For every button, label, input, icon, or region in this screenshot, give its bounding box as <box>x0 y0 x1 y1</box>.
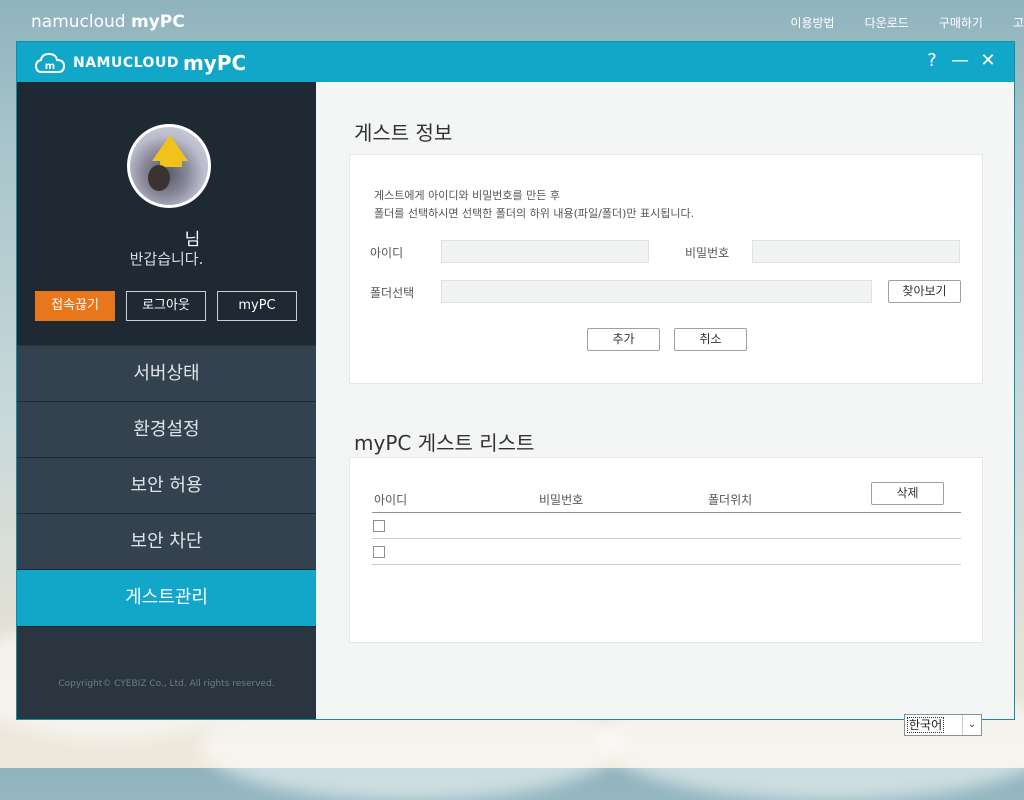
table-header-divider <box>372 512 961 513</box>
help-button[interactable]: ? <box>918 50 946 71</box>
cloud-logo-icon: m <box>35 52 65 73</box>
guest-password-input[interactable] <box>752 240 960 263</box>
sidebar-item-security-allow[interactable]: 보안 허용 <box>17 458 316 514</box>
disconnect-button[interactable]: 접속끊기 <box>35 291 115 321</box>
app-logo-text: NAMUCLOUD <box>73 55 179 71</box>
delete-guest-button[interactable]: 삭제 <box>871 482 944 505</box>
column-header-id: 아이디 <box>374 493 408 507</box>
site-logo-text: namucloud <box>31 12 131 32</box>
table-row-divider <box>372 564 961 565</box>
language-select[interactable]: 한국어 ⌄ <box>904 714 982 736</box>
browse-button[interactable]: 찾아보기 <box>888 280 961 303</box>
mypc-button[interactable]: myPC <box>217 291 297 321</box>
app-window: m NAMUCLOUD myPC ? — ✕ 님 반갑습니다. 접속끊기 로그아… <box>16 41 1015 736</box>
id-label: 아이디 <box>370 246 404 260</box>
guest-info-desc-1: 게스트에게 아이디와 비밀번호를 만든 후 <box>374 189 561 202</box>
site-header: namucloud myPC 이용방법 다운로드 구매하기 고 <box>0 0 1024 44</box>
add-guest-button[interactable]: 추가 <box>587 328 660 351</box>
profile-panel: 님 반갑습니다. 접속끊기 로그아웃 myPC <box>17 82 316 345</box>
table-row-divider <box>372 538 961 539</box>
site-logo-bold: myPC <box>130 12 185 32</box>
sidebar-menu: 서버상태 환경설정 보안 허용 보안 차단 게스트관리 <box>17 346 316 627</box>
user-name-suffix: 님 <box>184 230 201 250</box>
language-selected-value: 한국어 <box>907 717 945 733</box>
folder-label: 폴더선택 <box>370 286 415 300</box>
app-logo: m NAMUCLOUD myPC <box>35 51 246 75</box>
password-label: 비밀번호 <box>685 246 730 260</box>
main-content: 게스트 정보 게스트에게 아이디와 비밀번호를 만든 후 폴더를 선택하시면 선… <box>316 82 1014 736</box>
guest-list-title: myPC 게스트 리스트 <box>354 431 535 455</box>
sidebar: 님 반갑습니다. 접속끊기 로그아웃 myPC 서버상태 환경설정 보안 허용 … <box>17 82 316 719</box>
sidebar-item-guest-management[interactable]: 게스트관리 <box>17 570 316 627</box>
nav-link-more[interactable]: 고 <box>1013 14 1024 31</box>
app-logo-product: myPC <box>182 51 247 75</box>
sidebar-item-server-status[interactable]: 서버상태 <box>17 346 316 402</box>
site-nav: 이용방법 다운로드 구매하기 고 <box>760 14 1024 31</box>
column-header-password: 비밀번호 <box>539 493 584 507</box>
close-button[interactable]: ✕ <box>974 50 1002 71</box>
cancel-button[interactable]: 취소 <box>674 328 747 351</box>
logout-button[interactable]: 로그아웃 <box>126 291 206 321</box>
nav-link-purchase[interactable]: 구매하기 <box>939 14 983 31</box>
sidebar-item-security-block[interactable]: 보안 차단 <box>17 514 316 570</box>
minimize-button[interactable]: — <box>946 50 974 71</box>
greeting-text: 반갑습니다. <box>129 250 204 268</box>
site-logo[interactable]: namucloud myPC <box>31 12 185 32</box>
svg-text:m: m <box>45 61 55 72</box>
guest-list-card: 아이디 비밀번호 폴더위치 삭제 <box>349 457 983 643</box>
copyright-text: Copyright© CYEBIZ Co., Ltd. All rights r… <box>58 679 275 689</box>
nav-link-download[interactable]: 다운로드 <box>865 14 909 31</box>
guest-info-card: 게스트에게 아이디와 비밀번호를 만든 후 폴더를 선택하시면 선택한 폴더의 … <box>349 154 983 384</box>
column-header-folder: 폴더위치 <box>708 493 753 507</box>
sidebar-item-settings[interactable]: 환경설정 <box>17 402 316 458</box>
nav-link-howto[interactable]: 이용방법 <box>790 14 834 31</box>
person-silhouette <box>148 165 170 191</box>
window-controls: ? — ✕ <box>918 50 1002 71</box>
chevron-down-icon: ⌄ <box>962 715 981 735</box>
row-checkbox[interactable] <box>373 520 385 532</box>
folder-path-input[interactable] <box>441 280 872 303</box>
avatar <box>127 124 211 208</box>
guest-id-input[interactable] <box>441 240 649 263</box>
title-bar[interactable]: m NAMUCLOUD myPC ? — ✕ <box>17 42 1014 82</box>
guest-info-desc-2: 폴더를 선택하시면 선택한 폴더의 하위 내용(파일/폴더)만 표시됩니다. <box>374 207 695 220</box>
row-checkbox[interactable] <box>373 546 385 558</box>
guest-info-title: 게스트 정보 <box>354 121 453 145</box>
